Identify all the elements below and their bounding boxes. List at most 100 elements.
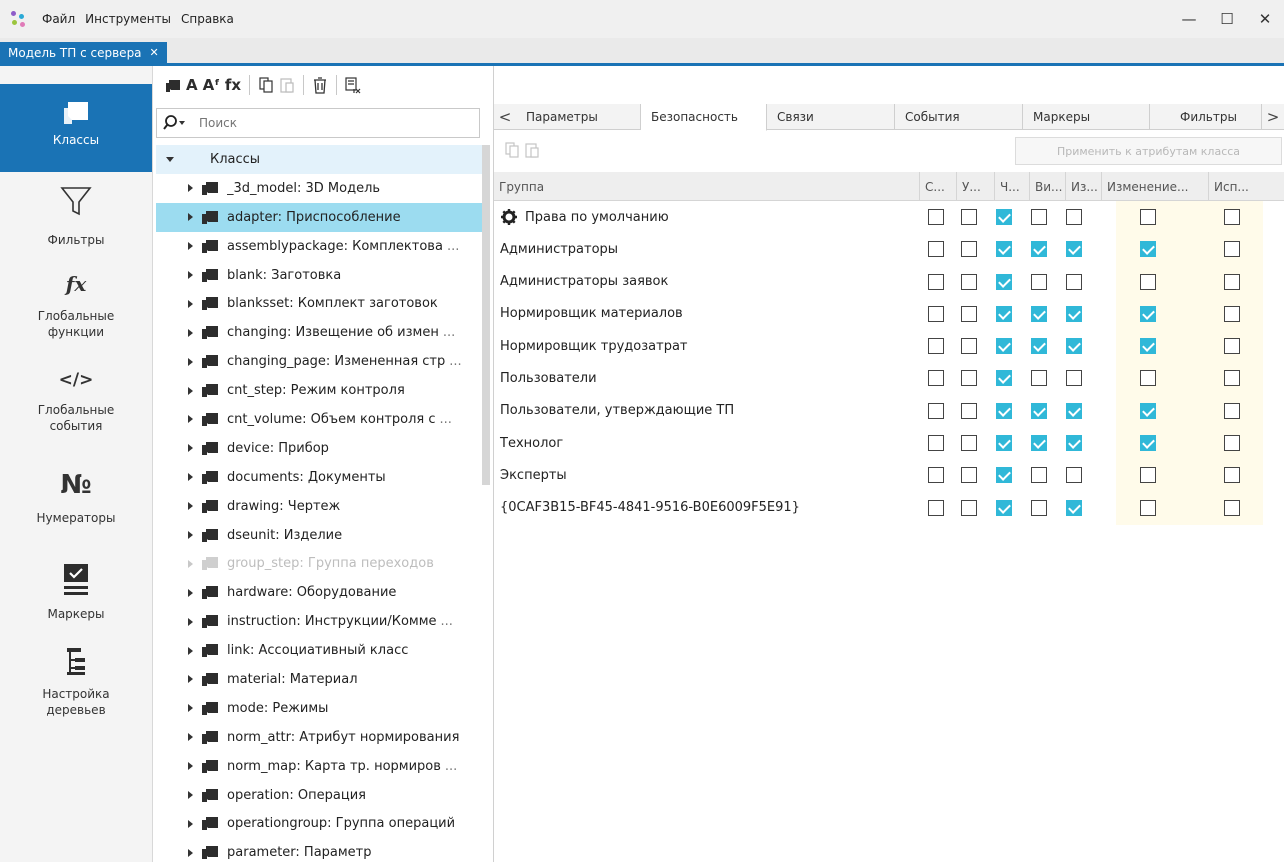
nav-item-classes[interactable]: Классы bbox=[0, 84, 152, 172]
tree-item[interactable]: operationgroup: Группа операций bbox=[156, 809, 486, 838]
expand-arrow-icon[interactable] bbox=[188, 791, 193, 800]
close-tab-icon[interactable]: ✕ bbox=[150, 46, 159, 59]
tree-item[interactable]: _3d_model: 3D Модель bbox=[156, 174, 486, 203]
document-tab[interactable]: Модель ТП с сервера ✕ bbox=[0, 42, 167, 63]
permission-checkbox[interactable] bbox=[961, 273, 977, 290]
permission-checkbox[interactable] bbox=[1140, 338, 1156, 355]
permission-checkbox[interactable] bbox=[928, 305, 944, 322]
tree-item[interactable]: link: Ассоциативный класс bbox=[156, 636, 486, 665]
expand-arrow-icon[interactable] bbox=[188, 415, 193, 424]
permission-checkbox[interactable] bbox=[961, 209, 977, 225]
table-row[interactable]: Администраторы заявок bbox=[494, 266, 1284, 298]
tab-events[interactable]: События bbox=[895, 104, 1023, 130]
table-row[interactable]: Технолог bbox=[494, 427, 1284, 459]
permission-checkbox[interactable] bbox=[1066, 273, 1082, 290]
permission-checkbox[interactable] bbox=[928, 209, 944, 225]
expand-arrow-icon[interactable] bbox=[188, 242, 193, 251]
expand-arrow-icon[interactable] bbox=[188, 502, 193, 511]
search-input[interactable] bbox=[199, 116, 459, 130]
maximize-button[interactable]: ☐ bbox=[1208, 0, 1246, 38]
column-header-permission[interactable]: Ч... bbox=[994, 172, 1029, 201]
expand-arrow-icon[interactable] bbox=[188, 675, 193, 684]
nav-item-markers[interactable]: Маркеры bbox=[0, 556, 152, 636]
table-row[interactable]: Пользователи, утверждающие ТП bbox=[494, 395, 1284, 427]
add-formula-attribute-button[interactable]: Aᶠ bbox=[203, 74, 220, 96]
tabs-prev-button[interactable]: < bbox=[494, 104, 516, 130]
tree-item[interactable]: documents: Документы bbox=[156, 463, 486, 492]
expand-arrow-icon[interactable] bbox=[188, 646, 193, 655]
permission-checkbox[interactable] bbox=[996, 467, 1012, 484]
permission-checkbox[interactable] bbox=[996, 499, 1012, 516]
paste-icon[interactable] bbox=[524, 142, 540, 158]
permission-checkbox[interactable] bbox=[1140, 241, 1156, 258]
expand-arrow-icon[interactable] bbox=[188, 819, 193, 828]
tree-item[interactable]: parameter: Параметр bbox=[156, 838, 486, 862]
tree-item[interactable]: mode: Режимы bbox=[156, 694, 486, 723]
tree-item[interactable]: blank: Заготовка bbox=[156, 261, 486, 290]
expand-arrow-icon[interactable] bbox=[188, 184, 193, 193]
table-row[interactable]: {0CAF3B15-BF45-4841-9516-B0E6009F5E91} bbox=[494, 492, 1284, 524]
permission-checkbox[interactable] bbox=[1140, 209, 1156, 225]
copy-icon[interactable] bbox=[504, 142, 520, 158]
expand-arrow-icon[interactable] bbox=[188, 531, 193, 540]
tab-markers[interactable]: Маркеры bbox=[1023, 104, 1150, 130]
permission-checkbox[interactable] bbox=[961, 241, 977, 258]
permission-checkbox[interactable] bbox=[928, 370, 944, 387]
tabs-next-button[interactable]: > bbox=[1262, 104, 1284, 130]
nav-item-filters[interactable]: Фильтры bbox=[0, 178, 152, 258]
tree-item[interactable]: operation: Операция bbox=[156, 781, 486, 810]
permission-checkbox[interactable] bbox=[928, 241, 944, 258]
search-icon[interactable] bbox=[163, 115, 187, 131]
expand-arrow-icon[interactable] bbox=[188, 762, 193, 771]
attribute-list-button[interactable] bbox=[345, 74, 361, 96]
permission-checkbox[interactable] bbox=[1224, 338, 1240, 355]
expand-arrow-icon[interactable] bbox=[188, 559, 193, 568]
menu-tools[interactable]: Инструменты bbox=[85, 12, 171, 26]
expand-arrow-icon[interactable] bbox=[188, 733, 193, 742]
column-header-permission[interactable]: Из... bbox=[1065, 172, 1101, 201]
permission-checkbox[interactable] bbox=[996, 273, 1012, 290]
tree-item[interactable]: norm_attr: Атрибут нормирования bbox=[156, 723, 486, 752]
permission-checkbox[interactable] bbox=[1224, 241, 1240, 258]
paste-button[interactable] bbox=[279, 74, 295, 96]
permission-checkbox[interactable] bbox=[996, 209, 1012, 225]
tree-item[interactable]: cnt_step: Режим контроля bbox=[156, 376, 486, 405]
close-window-button[interactable]: ✕ bbox=[1246, 0, 1284, 38]
permission-checkbox[interactable] bbox=[1224, 305, 1240, 322]
permission-checkbox[interactable] bbox=[1140, 370, 1156, 387]
expand-arrow-icon[interactable] bbox=[188, 299, 193, 308]
permission-checkbox[interactable] bbox=[1140, 402, 1156, 419]
nav-item-global-events[interactable]: </> Глобальные события bbox=[0, 366, 152, 456]
permission-checkbox[interactable] bbox=[961, 499, 977, 516]
nav-item-global-functions[interactable]: fx Глобальные функции bbox=[0, 266, 152, 356]
table-row[interactable]: Пользователи bbox=[494, 362, 1284, 394]
tree-item[interactable]: material: Материал bbox=[156, 665, 486, 694]
table-row[interactable]: Нормировщик трудозатрат bbox=[494, 330, 1284, 362]
permission-checkbox[interactable] bbox=[1066, 209, 1082, 225]
minimize-button[interactable]: — bbox=[1170, 0, 1208, 38]
expand-arrow-icon[interactable] bbox=[188, 328, 193, 337]
menu-help[interactable]: Справка bbox=[181, 12, 234, 26]
permission-checkbox[interactable] bbox=[928, 467, 944, 484]
permission-checkbox[interactable] bbox=[1140, 499, 1156, 516]
permission-checkbox[interactable] bbox=[1031, 370, 1047, 387]
permission-checkbox[interactable] bbox=[1066, 402, 1082, 419]
tab-links[interactable]: Связи bbox=[767, 104, 895, 130]
tree-item[interactable]: assemblypackage: Комплектова... bbox=[156, 232, 486, 261]
permission-checkbox[interactable] bbox=[961, 370, 977, 387]
permission-checkbox[interactable] bbox=[1031, 241, 1047, 258]
permission-checkbox[interactable] bbox=[996, 402, 1012, 419]
expand-arrow-icon[interactable] bbox=[188, 848, 193, 857]
permission-checkbox[interactable] bbox=[928, 499, 944, 516]
add-attribute-button[interactable]: A bbox=[186, 74, 198, 96]
expand-arrow-icon[interactable] bbox=[188, 213, 193, 222]
tree-item[interactable]: adapter: Приспособление bbox=[156, 202, 486, 232]
expand-arrow-icon[interactable] bbox=[188, 357, 193, 366]
tree-item[interactable]: drawing: Чертеж bbox=[156, 492, 486, 521]
column-header-permission[interactable]: У... bbox=[956, 172, 994, 201]
delete-button[interactable] bbox=[312, 74, 328, 96]
add-class-button[interactable] bbox=[165, 74, 181, 96]
expand-arrow-icon[interactable] bbox=[188, 386, 193, 395]
tree-scrollbar[interactable] bbox=[482, 145, 490, 485]
nav-item-tree-settings[interactable]: Настройка деревьев bbox=[0, 640, 152, 740]
